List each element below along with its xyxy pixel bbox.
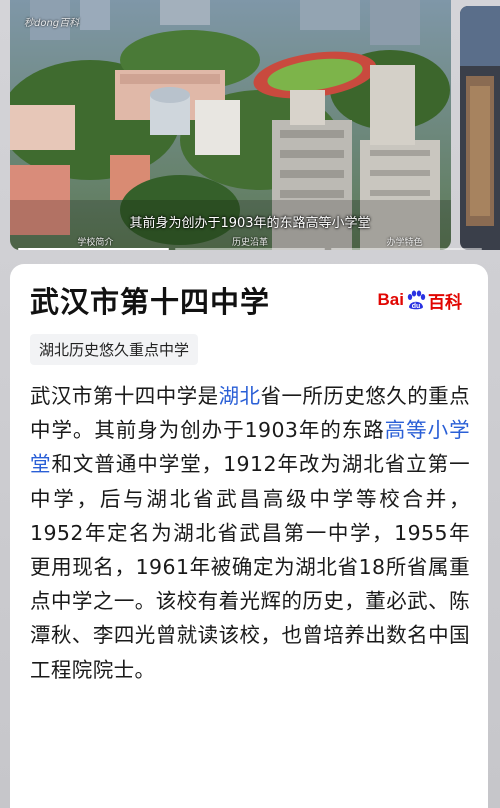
tab-school-intro[interactable]: 学校简介 <box>77 235 113 249</box>
tab-history[interactable]: 历史沿革 <box>232 235 268 249</box>
progress-segment-2 <box>174 248 326 250</box>
image-tabs: 学校简介 历史沿革 办学特色 <box>0 235 500 249</box>
logo-baike-text: 百科 <box>428 292 462 312</box>
logo-du-text: du <box>412 303 421 310</box>
logo-bai-text: Bai <box>377 290 404 309</box>
carousel-progress <box>18 248 483 250</box>
image-carousel[interactable]: 秒dong百科 其前身为创办于1903年的东路高等小学堂 学校简介 历史沿革 办… <box>0 0 500 256</box>
entry-card: 武汉市第十四中学 Bai du 百科 湖北历史悠久重点中学 武汉市第十四中学是湖… <box>10 264 488 808</box>
baidu-paw-icon: du <box>407 290 426 310</box>
entry-tag[interactable]: 湖北历史悠久重点中学 <box>30 334 199 365</box>
entry-description: 武汉市第十四中学是湖北省一所历史悠久的重点中学。其前身为创办于1903年的东路高… <box>30 379 470 687</box>
desc-part-3: 和文普通中学堂，1912年改为湖北省立第一中学，后与湖北省武昌高级中学等校合并，… <box>30 452 470 682</box>
image-caption: 其前身为创办于1903年的东路高等小学堂 <box>129 216 371 231</box>
tab-features[interactable]: 办学特色 <box>387 235 423 249</box>
progress-segment-3 <box>331 248 483 250</box>
baidu-baike-logo[interactable]: Bai du 百科 <box>378 288 462 313</box>
video-watermark: 秒dong百科 <box>24 18 80 29</box>
link-hubei[interactable]: 湖北 <box>219 384 261 408</box>
desc-part-1: 武汉市第十四中学是 <box>30 384 219 408</box>
entry-title: 武汉市第十四中学 <box>30 285 271 319</box>
progress-segment-1 <box>18 248 169 250</box>
page: 秒dong百科 其前身为创办于1903年的东路高等小学堂 学校简介 历史沿革 办… <box>0 0 500 808</box>
title-row: 武汉市第十四中学 Bai du 百科 <box>30 278 470 322</box>
